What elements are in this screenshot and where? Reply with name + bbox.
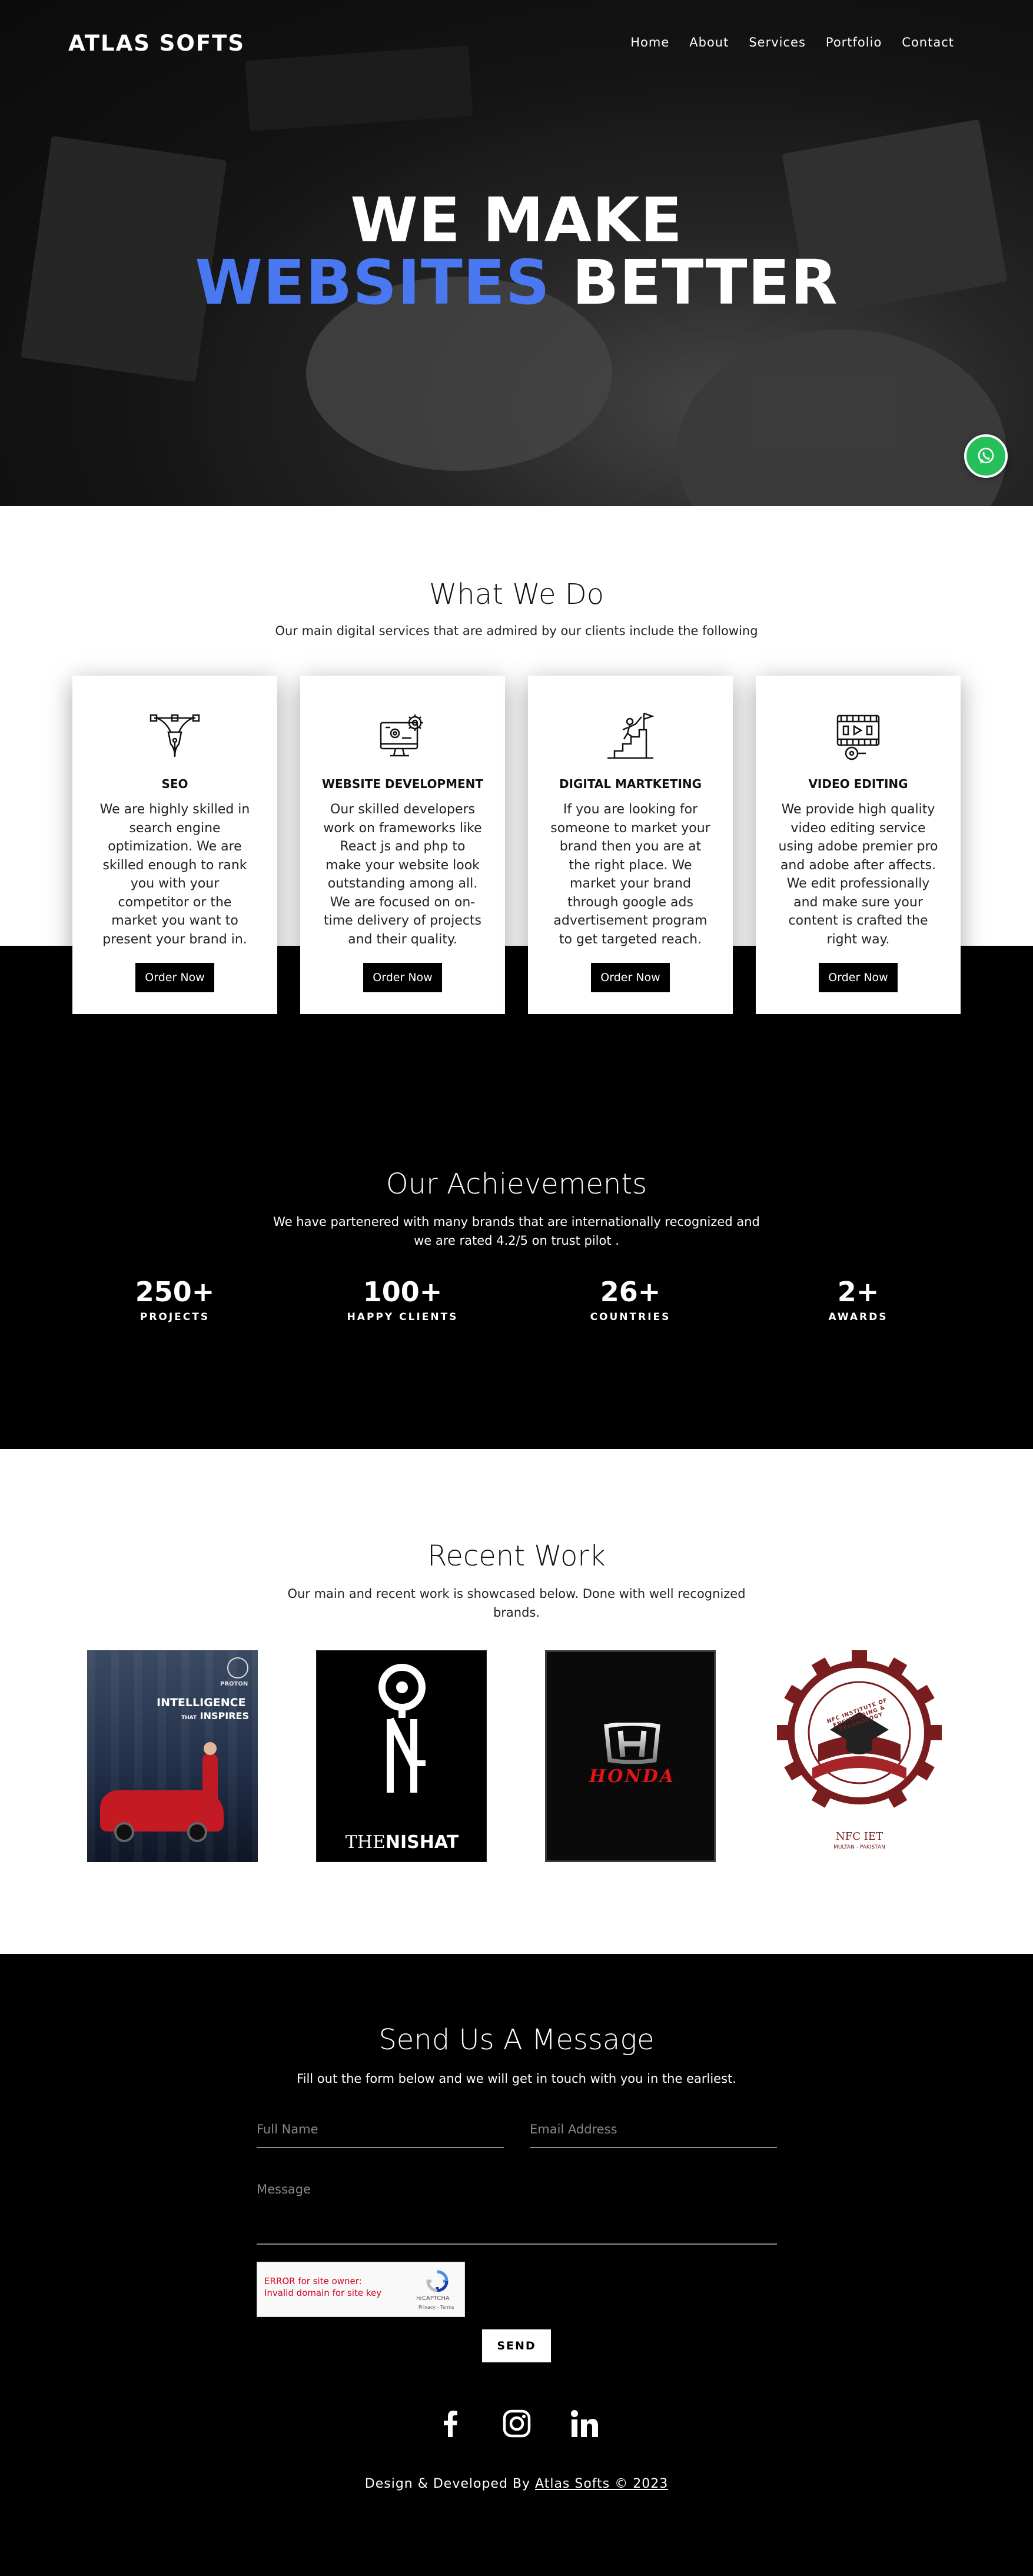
nishat-key-logo <box>378 1664 426 1793</box>
footer-link[interactable]: Atlas Softs © 2023 <box>535 2477 668 2491</box>
facebook-icon <box>444 2411 457 2437</box>
hero-section: ATLAS SOFTS Home About Services Portfoli… <box>0 0 1033 506</box>
pen-tool-icon <box>150 714 200 757</box>
service-card-description: We provide high quality video editing se… <box>778 802 938 947</box>
nav-portfolio[interactable]: Portfolio <box>826 35 882 49</box>
service-card-title: WEBSITE DEVELOPMENT <box>321 777 484 791</box>
full-name-input[interactable] <box>257 2122 504 2136</box>
nfc-location: MULTAN - PAKISTAN <box>833 1844 885 1850</box>
stat-label: AWARDS <box>828 1311 888 1323</box>
linkedin-link[interactable] <box>568 2407 601 2440</box>
what-we-do-title: What We Do <box>429 578 604 611</box>
honda-wordmark: HONDA <box>589 1766 676 1787</box>
growth-flag-icon <box>607 712 655 759</box>
proton-wheel <box>114 1822 134 1842</box>
nav-about[interactable]: About <box>689 35 729 49</box>
full-name-field[interactable] <box>257 2122 504 2148</box>
stat-value: 2+ <box>837 1276 879 1308</box>
order-now-button[interactable]: Order Now <box>363 963 442 992</box>
work-item-proton[interactable]: PROTON INTELLIGENCE THAT INSPIRES <box>87 1650 258 1862</box>
stat-happy-clients: 100+ HAPPY CLIENTS <box>314 1276 491 1323</box>
service-card-web-dev: WEBSITE DEVELOPMENT Our skilled develope… <box>300 676 505 1014</box>
achievements-subtitle-line2: we are rated 4.2/5 on trust pilot . <box>414 1234 619 1248</box>
whatsapp-button[interactable] <box>964 434 1008 478</box>
facebook-link[interactable] <box>433 2407 466 2440</box>
service-card-title: VIDEO EDITING <box>808 777 908 791</box>
proton-logo-icon <box>227 1657 248 1678</box>
service-card-seo: SEO We are highly skilled in search engi… <box>72 676 277 1014</box>
order-now-button[interactable]: Order Now <box>135 963 214 992</box>
order-now-button[interactable]: Order Now <box>591 963 670 992</box>
contact-subtitle: Fill out the form below and we will get … <box>297 2072 736 2086</box>
service-card-digital-marketing: DIGITAL MARTKETING If you are looking fo… <box>528 676 733 1014</box>
stat-label: PROJECTS <box>139 1311 210 1323</box>
stat-projects: 250+ PROJECTS <box>87 1276 263 1323</box>
stat-value: 250+ <box>135 1276 215 1308</box>
service-card-video-editing: VIDEO EDITING We provide high quality vi… <box>756 676 961 1014</box>
nfc-wordmark: NFC IET <box>836 1830 883 1843</box>
proton-person-head <box>204 1742 217 1755</box>
recaptcha-links[interactable]: Privacy - Terms <box>418 2305 454 2310</box>
service-card-description: Our skilled developers work on framework… <box>323 802 482 947</box>
recaptcha-brand: reCAPTCHA <box>416 2295 450 2302</box>
order-now-button[interactable]: Order Now <box>819 963 898 992</box>
achievements-subtitle-line1: We have partenered with many brands that… <box>273 1215 760 1229</box>
stat-awards: 2+ AWARDS <box>770 1276 946 1323</box>
hero-title-line1: WE MAKE <box>350 184 683 256</box>
stat-value: 26+ <box>600 1276 661 1308</box>
what-we-do-subtitle: Our main digital services that are admir… <box>275 624 758 638</box>
main-nav: Home About Services Portfolio Contact <box>630 35 954 49</box>
recent-work-subtitle-line1: Our main and recent work is showcased be… <box>287 1587 746 1601</box>
message-textarea[interactable] <box>257 2182 777 2225</box>
service-card-title: DIGITAL MARTKETING <box>559 777 702 791</box>
hero-highlight: WEBSITES <box>195 247 550 318</box>
contact-title: Send Us A Message <box>378 2023 655 2056</box>
nav-services[interactable]: Services <box>749 35 806 49</box>
work-item-nishat[interactable]: THENISHAT <box>316 1650 487 1862</box>
footer-credit: Design & Developed By Atlas Softs © 2023 <box>364 2477 669 2491</box>
achievements-title: Our Achievements <box>386 1168 647 1201</box>
site-logo[interactable]: ATLAS SOFTS <box>68 31 245 56</box>
honda-h-logo <box>604 1723 660 1764</box>
nishat-wordmark: THENISHAT <box>345 1832 459 1853</box>
stat-label: HAPPY CLIENTS <box>347 1311 459 1323</box>
proton-headline: INTELLIGENCE <box>157 1696 246 1709</box>
recent-work-subtitle-line2: brands. <box>493 1606 540 1620</box>
service-card-description: We are highly skilled in search engine o… <box>99 802 250 947</box>
proton-person <box>202 1754 218 1820</box>
monitor-gear-icon <box>380 714 423 757</box>
recaptcha-icon <box>426 2270 449 2292</box>
hero-line2-rest: BETTER <box>572 247 838 318</box>
recaptcha-error: ERROR for site owner: Invalid domain for… <box>264 2276 382 2298</box>
work-item-honda[interactable]: HONDA <box>545 1650 716 1862</box>
service-card-description: If you are looking for someone to market… <box>550 802 710 947</box>
email-input[interactable] <box>530 2122 777 2136</box>
whatsapp-icon <box>978 447 994 464</box>
linkedin-icon <box>571 2410 598 2437</box>
stat-value: 100+ <box>363 1276 443 1308</box>
nav-home[interactable]: Home <box>630 35 669 49</box>
message-field[interactable] <box>257 2182 777 2245</box>
proton-wheel <box>187 1822 207 1842</box>
recent-work-title: Recent Work <box>427 1540 606 1573</box>
instagram-icon <box>503 2409 531 2438</box>
work-item-nfc-iet[interactable]: NFC INSTITUTE OF ENGINEERING & TECHNOLOG… <box>774 1650 945 1862</box>
email-field[interactable] <box>530 2122 777 2148</box>
instagram-link[interactable] <box>500 2407 533 2440</box>
recaptcha-widget[interactable]: ERROR for site owner: Invalid domain for… <box>257 2262 465 2317</box>
hero-title-line2: WEBSITES BETTER <box>0 251 1033 314</box>
video-reel-icon <box>836 714 880 760</box>
stat-label: COUNTRIES <box>590 1311 671 1323</box>
proton-brand: PROTON <box>220 1681 248 1687</box>
nav-contact[interactable]: Contact <box>902 35 954 49</box>
send-button[interactable]: SEND <box>482 2329 551 2362</box>
service-card-title: SEO <box>161 777 188 791</box>
proton-tagline: THAT INSPIRES <box>181 1710 249 1721</box>
stat-countries: 26+ COUNTRIES <box>542 1276 719 1323</box>
